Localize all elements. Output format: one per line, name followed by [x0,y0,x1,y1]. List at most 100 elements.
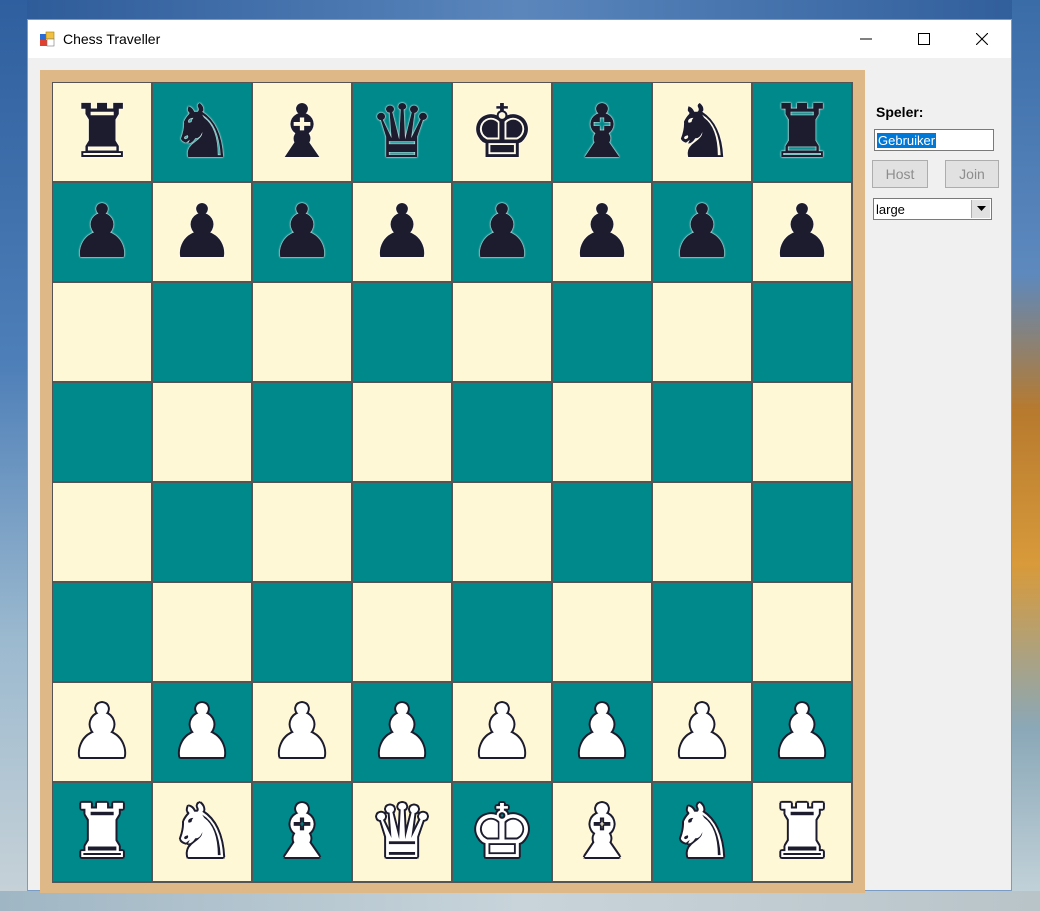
board-square[interactable]: ♟ [252,182,352,282]
board-square[interactable] [652,382,752,482]
white-pawn-icon[interactable]: ♟ [269,695,335,769]
maximize-button[interactable] [895,20,953,58]
board-square[interactable] [52,382,152,482]
board-square[interactable]: ♟ [752,182,852,282]
board-square[interactable] [352,382,452,482]
board-square[interactable]: ♛ [352,782,452,882]
board-square[interactable] [252,582,352,682]
board-square[interactable]: ♜ [752,82,852,182]
close-button[interactable] [953,20,1011,58]
board-square[interactable]: ♜ [52,782,152,882]
player-name-input[interactable]: Gebruiker [874,129,994,151]
black-rook-icon[interactable]: ♜ [69,95,135,169]
board-square[interactable]: ♟ [152,182,252,282]
board-square[interactable] [52,282,152,382]
host-button[interactable]: Host [872,160,928,188]
board-square[interactable]: ♞ [652,82,752,182]
white-pawn-icon[interactable]: ♟ [69,695,135,769]
board-square[interactable] [552,282,652,382]
white-pawn-icon[interactable]: ♟ [469,695,535,769]
black-pawn-icon[interactable]: ♟ [669,195,735,269]
white-rook-icon[interactable]: ♜ [769,795,835,869]
minimize-button[interactable] [837,20,895,58]
black-bishop-icon[interactable]: ♝ [269,95,335,169]
board-square[interactable]: ♝ [252,782,352,882]
board-square[interactable]: ♟ [652,682,752,782]
board-square[interactable]: ♟ [52,182,152,282]
black-knight-icon[interactable]: ♞ [169,95,235,169]
white-king-icon[interactable]: ♚ [469,795,535,869]
board-square[interactable]: ♟ [352,182,452,282]
join-button[interactable]: Join [945,160,999,188]
dropdown-arrow-button[interactable] [971,200,990,218]
black-rook-icon[interactable]: ♜ [769,95,835,169]
board-square[interactable]: ♟ [552,182,652,282]
board-square[interactable]: ♟ [52,682,152,782]
white-pawn-icon[interactable]: ♟ [169,695,235,769]
white-bishop-icon[interactable]: ♝ [569,795,635,869]
board-square[interactable]: ♟ [252,682,352,782]
board-square[interactable] [752,582,852,682]
board-square[interactable]: ♜ [52,82,152,182]
black-pawn-icon[interactable]: ♟ [769,195,835,269]
white-pawn-icon[interactable]: ♟ [369,695,435,769]
board-square[interactable] [752,482,852,582]
black-knight-icon[interactable]: ♞ [669,95,735,169]
white-pawn-icon[interactable]: ♟ [669,695,735,769]
board-square[interactable]: ♟ [652,182,752,282]
board-square[interactable] [252,382,352,482]
black-pawn-icon[interactable]: ♟ [469,195,535,269]
board-square[interactable] [252,282,352,382]
board-square[interactable] [352,482,452,582]
board-square[interactable]: ♟ [552,682,652,782]
black-pawn-icon[interactable]: ♟ [169,195,235,269]
board-square[interactable] [52,582,152,682]
board-square[interactable]: ♟ [152,682,252,782]
board-square[interactable] [752,282,852,382]
board-square[interactable] [452,582,552,682]
white-rook-icon[interactable]: ♜ [69,795,135,869]
board-square[interactable] [352,582,452,682]
board-square[interactable] [152,482,252,582]
white-knight-icon[interactable]: ♞ [169,795,235,869]
black-pawn-icon[interactable]: ♟ [69,195,135,269]
board-square[interactable]: ♚ [452,782,552,882]
board-square[interactable] [652,282,752,382]
board-square[interactable]: ♝ [252,82,352,182]
black-bishop-icon[interactable]: ♝ [569,95,635,169]
board-square[interactable] [452,482,552,582]
white-pawn-icon[interactable]: ♟ [769,695,835,769]
white-pawn-icon[interactable]: ♟ [569,695,635,769]
black-pawn-icon[interactable]: ♟ [569,195,635,269]
board-square[interactable] [552,582,652,682]
board-square[interactable]: ♝ [552,82,652,182]
board-square[interactable]: ♛ [352,82,452,182]
board-square[interactable] [152,382,252,482]
white-knight-icon[interactable]: ♞ [669,795,735,869]
black-pawn-icon[interactable]: ♟ [369,195,435,269]
board-square[interactable] [52,482,152,582]
board-square[interactable]: ♞ [652,782,752,882]
board-square[interactable]: ♚ [452,82,552,182]
black-king-icon[interactable]: ♚ [469,95,535,169]
board-square[interactable]: ♟ [752,682,852,782]
board-size-select[interactable]: large [873,198,992,220]
board-square[interactable] [652,482,752,582]
board-square[interactable]: ♞ [152,782,252,882]
board-square[interactable] [452,282,552,382]
title-bar[interactable]: Chess Traveller [28,20,1011,58]
white-queen-icon[interactable]: ♛ [369,795,435,869]
board-square[interactable] [452,382,552,482]
board-square[interactable]: ♞ [152,82,252,182]
board-square[interactable]: ♜ [752,782,852,882]
board-square[interactable] [352,282,452,382]
board-square[interactable] [252,482,352,582]
board-square[interactable] [752,382,852,482]
board-square[interactable]: ♝ [552,782,652,882]
board-square[interactable] [152,282,252,382]
board-square[interactable] [552,382,652,482]
board-square[interactable] [652,582,752,682]
white-bishop-icon[interactable]: ♝ [269,795,335,869]
board-square[interactable]: ♟ [352,682,452,782]
board-square[interactable] [152,582,252,682]
